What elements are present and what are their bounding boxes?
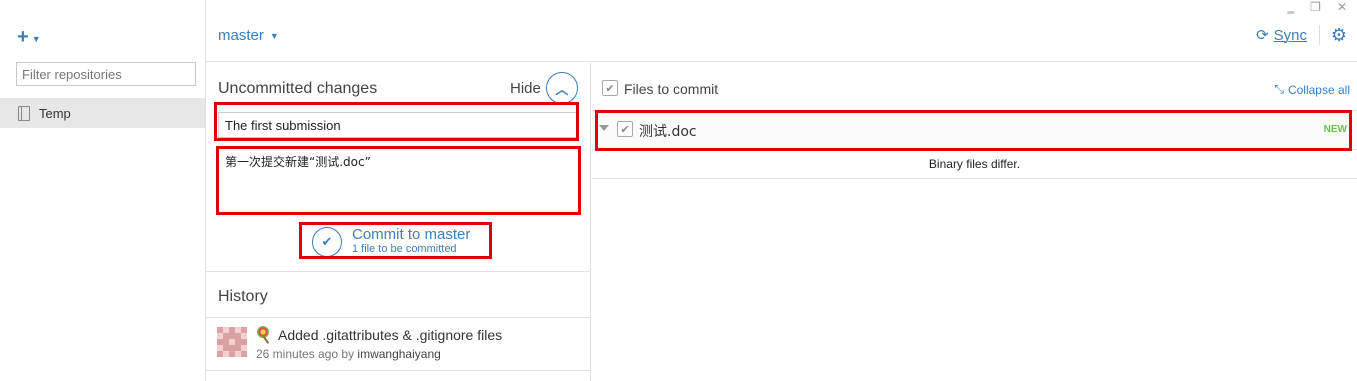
history-meta: 26 minutes ago by imwanghaiyang: [256, 347, 441, 361]
caret-down-icon: ▼: [269, 30, 279, 41]
branch-selector[interactable]: master ▼: [218, 27, 279, 44]
minimize-icon[interactable]: ‗: [1288, 0, 1295, 14]
file-checkbox[interactable]: ✔: [617, 121, 633, 137]
sync-button[interactable]: ⟳ Sync: [1256, 26, 1307, 45]
commit-sublabel: 1 file to be committed: [352, 243, 457, 255]
window-controls: ‗ ❐ ✕: [1288, 0, 1347, 14]
collapse-all-label: Collapse all: [1287, 82, 1350, 97]
divider: [206, 370, 591, 371]
uncommitted-panel: Uncommitted changes Hide ︿ 第一次提交新建“测试.do…: [206, 63, 591, 381]
collapse-icon: ⤡: [1274, 82, 1284, 96]
add-repository-button[interactable]: + ▼: [17, 26, 41, 49]
commit-button[interactable]: ✔ Commit to master 1 file to be committe…: [302, 224, 492, 259]
branch-name: master: [218, 27, 264, 44]
header-divider: [1319, 25, 1320, 45]
divider: [592, 178, 1357, 179]
chevron-up-icon: ︿: [545, 72, 578, 104]
hide-label: Hide: [510, 79, 541, 97]
history-author: imwanghaiyang: [357, 347, 441, 361]
sidebar-item-label: Temp: [39, 105, 71, 121]
history-message: Added .gitattributes & .gitignore files: [278, 326, 503, 343]
sync-icon: ⟳: [1256, 27, 1269, 44]
filter-repositories-input[interactable]: [16, 62, 196, 86]
plus-icon: +: [17, 26, 29, 48]
sidebar-item-temp[interactable]: Temp: [0, 98, 205, 128]
new-badge: NEW: [1323, 124, 1347, 135]
collapse-all-button[interactable]: ⤡ Collapse all: [1274, 82, 1350, 97]
header: master ▼ ‗ ❐ ✕ ⟳ Sync ⚙: [206, 0, 1357, 62]
restore-icon[interactable]: ❐: [1310, 0, 1321, 14]
history-title: History: [218, 288, 268, 305]
avatar: [217, 327, 247, 357]
sidebar: +▼ Temp: [0, 0, 206, 381]
caret-down-icon: ▼: [31, 33, 41, 44]
uncommitted-title: Uncommitted changes: [218, 80, 378, 97]
repo-icon: [18, 105, 30, 121]
hide-button[interactable]: Hide ︿: [510, 72, 578, 104]
close-icon[interactable]: ✕: [1337, 0, 1347, 14]
divider: [206, 271, 591, 272]
history-item[interactable]: Added .gitattributes & .gitignore files …: [206, 318, 591, 370]
sync-label: Sync: [1273, 26, 1307, 44]
gear-icon[interactable]: ⚙: [1331, 25, 1347, 46]
files-to-commit-label: Files to commit: [624, 81, 719, 97]
file-name: 测试.doc: [639, 124, 697, 140]
commit-label: Commit to master: [352, 226, 471, 243]
lollipop-icon: [256, 326, 273, 343]
divider: [592, 149, 1357, 150]
files-to-commit-checkbox[interactable]: ✔: [602, 80, 618, 96]
triangle-down-icon[interactable]: [599, 125, 609, 131]
history-message-row: Added .gitattributes & .gitignore files: [256, 326, 502, 343]
commit-description-input[interactable]: 第一次提交新建“测试.doc”: [218, 148, 580, 214]
diff-message: Binary files differ.: [928, 157, 1021, 171]
files-panel: ✔ Files to commit ⤡ Collapse all ✔ 测试.do…: [592, 63, 1357, 381]
check-icon: ✔: [312, 226, 342, 257]
commit-summary-input[interactable]: [218, 112, 578, 138]
history-time: 26 minutes ago by: [256, 347, 355, 361]
file-row[interactable]: ✔ 测试.doc NEW: [592, 111, 1357, 149]
